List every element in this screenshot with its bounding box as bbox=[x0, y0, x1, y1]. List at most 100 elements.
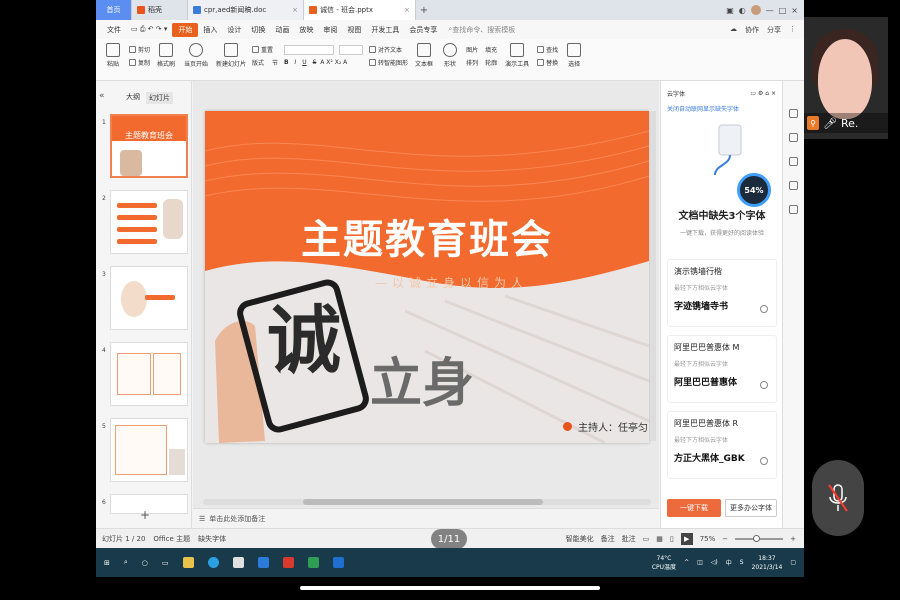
slide-thumbnail-3[interactable] bbox=[110, 266, 188, 330]
tab-doc[interactable]: cpr,aed新闻稿.doc × bbox=[188, 0, 304, 20]
vertical-scrollbar[interactable] bbox=[651, 111, 656, 441]
slide-1[interactable]: 主题教育班会 —以诚立身以信为人 诚 立身 主持人：任亭匀 19级护理一班班会 bbox=[205, 111, 649, 443]
mute-mic-button[interactable] bbox=[812, 460, 864, 536]
meeting-app-icon[interactable] bbox=[332, 557, 344, 568]
share-button[interactable]: 分享 bbox=[767, 25, 781, 35]
play-current-button[interactable]: 当页开始 bbox=[179, 43, 213, 68]
download-all-button[interactable]: 一键下载 bbox=[667, 499, 721, 517]
notes-bar[interactable]: ☰ 单击此处添加备注 bbox=[193, 508, 659, 528]
maximize-icon[interactable]: □ bbox=[779, 6, 787, 15]
new-tab-button[interactable]: + bbox=[416, 0, 432, 20]
font-card[interactable]: 阿里巴巴普惠体 R 最轻下方相似云字体 方正大黑体_GBK bbox=[667, 411, 777, 479]
format-painter-button[interactable]: 格式刷 bbox=[153, 43, 179, 68]
shape-style-icon[interactable] bbox=[789, 157, 798, 166]
collaborate-button[interactable]: 协作 bbox=[745, 25, 759, 35]
slide-thumbnail-5[interactable] bbox=[110, 418, 188, 482]
copy-button[interactable]: 复制 bbox=[129, 56, 150, 69]
menu-design[interactable]: 设计 bbox=[222, 25, 246, 35]
menu-file[interactable]: 文件 bbox=[102, 25, 126, 35]
home-indicator[interactable] bbox=[300, 586, 600, 590]
slideshow-play-button[interactable]: ▶ bbox=[680, 532, 693, 545]
menu-slideshow[interactable]: 放映 bbox=[294, 25, 318, 35]
minimize-icon[interactable]: — bbox=[766, 6, 774, 15]
zoom-knob[interactable] bbox=[753, 534, 761, 542]
grid-view-icon[interactable]: ▦ bbox=[656, 535, 663, 543]
menu-home[interactable]: 开始 bbox=[172, 22, 199, 37]
network-icon[interactable]: ◫ bbox=[697, 559, 703, 566]
task-view-icon[interactable]: ○ bbox=[142, 559, 148, 567]
menu-review[interactable]: 审阅 bbox=[318, 25, 342, 35]
scroll-thumb[interactable] bbox=[303, 499, 543, 505]
font-size-select[interactable] bbox=[339, 44, 364, 55]
calligraphy-cheng[interactable]: 诚 bbox=[267, 281, 341, 388]
spreadsheet-icon[interactable] bbox=[307, 557, 319, 568]
replace-button[interactable]: 替换 bbox=[537, 56, 558, 69]
zoom-slider[interactable] bbox=[735, 534, 784, 542]
slide-thumbnail-2[interactable] bbox=[110, 190, 188, 254]
notes-toggle[interactable]: 备注 bbox=[601, 534, 615, 544]
paste-button[interactable]: 粘贴 bbox=[100, 43, 126, 68]
slide-subtitle[interactable]: —以诚立身以信为人 bbox=[375, 274, 528, 291]
font-style-buttons[interactable]: B I U S A X² X₂ A bbox=[284, 56, 347, 69]
align-text-button[interactable]: 对齐文本 bbox=[369, 43, 402, 56]
slide-thumbnail-4[interactable] bbox=[110, 342, 188, 406]
slide-title[interactable]: 主题教育班会 bbox=[205, 207, 649, 265]
layout-dropdown[interactable]: 版式 bbox=[252, 58, 264, 67]
cloud-icon[interactable]: ☁ bbox=[730, 25, 737, 35]
menu-developer[interactable]: 开发工具 bbox=[366, 25, 404, 35]
horizontal-scrollbar[interactable] bbox=[203, 499, 651, 505]
text-icon[interactable] bbox=[789, 205, 798, 214]
missing-font-status[interactable]: 缺失字体 bbox=[198, 534, 226, 544]
outline-button[interactable]: 轮廓 bbox=[485, 58, 497, 67]
properties-icon[interactable] bbox=[789, 109, 798, 118]
cut-button[interactable]: 剪切 bbox=[129, 43, 150, 56]
search-icon[interactable]: ⌕ bbox=[124, 558, 128, 567]
notification-icon[interactable]: ▢ bbox=[790, 559, 796, 566]
mail-icon[interactable] bbox=[257, 557, 269, 568]
comments-toggle[interactable]: 批注 bbox=[622, 534, 636, 544]
windows-start-icon[interactable]: ⊞ bbox=[104, 559, 110, 567]
font-card[interactable]: 阿里巴巴普惠体 M 最轻下方相似云字体 阿里巴巴普惠体 bbox=[667, 335, 777, 403]
find-button[interactable]: 查找 bbox=[537, 43, 558, 56]
ime-indicator[interactable]: 中 bbox=[726, 558, 732, 567]
clock[interactable]: 18:37 2021/3/14 bbox=[752, 554, 783, 572]
presentation-tools-button[interactable]: 演示工具 bbox=[500, 43, 534, 68]
tab-outline[interactable]: 大纲 bbox=[126, 92, 140, 104]
collapse-panel-icon[interactable]: « bbox=[99, 91, 105, 101]
download-icon[interactable] bbox=[760, 457, 768, 465]
skin-icon[interactable]: ◐ bbox=[739, 6, 746, 15]
reset-button[interactable]: 重置 bbox=[252, 43, 273, 56]
menu-member[interactable]: 会员专享 bbox=[404, 25, 442, 35]
close-tab-icon[interactable]: × bbox=[404, 6, 410, 14]
wps-icon[interactable] bbox=[282, 557, 294, 568]
close-tab-icon[interactable]: × bbox=[292, 6, 298, 14]
user-avatar[interactable] bbox=[750, 5, 761, 15]
file-explorer-icon[interactable] bbox=[182, 557, 194, 568]
widgets-icon[interactable]: ▭ bbox=[162, 559, 169, 567]
tab-docer[interactable]: 稻壳 bbox=[132, 0, 188, 20]
menu-animation[interactable]: 动画 bbox=[270, 25, 294, 35]
reading-view-icon[interactable]: ▯ bbox=[670, 535, 674, 543]
shape-button[interactable]: 形状 bbox=[437, 43, 463, 68]
tray-chevron-icon[interactable]: ^ bbox=[684, 559, 689, 566]
normal-view-icon[interactable]: ▭ bbox=[643, 535, 650, 543]
animation-icon[interactable] bbox=[789, 133, 798, 142]
zoom-out-icon[interactable]: − bbox=[722, 535, 728, 543]
download-icon[interactable] bbox=[760, 381, 768, 389]
layout-icon[interactable]: ▣ bbox=[726, 6, 734, 15]
panel-controls[interactable]: ▭ ⚙ ⌂ × bbox=[750, 90, 776, 97]
tab-slides[interactable]: 幻灯片 bbox=[146, 92, 173, 104]
calligraphy-lishen[interactable]: 立身 bbox=[370, 341, 474, 416]
auto-font-link[interactable]: 关闭自动联网显示缺失字体 bbox=[661, 98, 782, 113]
textbox-button[interactable]: 文本框 bbox=[411, 43, 437, 68]
store-icon[interactable] bbox=[232, 557, 244, 568]
slide-thumbnail-1[interactable]: 主题教育班会 bbox=[110, 114, 188, 178]
picture-button[interactable]: 图片 bbox=[466, 45, 478, 54]
add-slide-button[interactable]: + bbox=[140, 508, 150, 522]
design-icon[interactable] bbox=[789, 181, 798, 190]
menu-view[interactable]: 视图 bbox=[342, 25, 366, 35]
quick-access-icons[interactable]: ▭ ⎙ ↶ ↷ ▾ bbox=[126, 25, 172, 34]
new-slide-button[interactable]: 新建幻灯片 bbox=[213, 43, 249, 68]
host-bullet[interactable]: 主持人：任亭匀 bbox=[563, 419, 648, 434]
menu-transition[interactable]: 切换 bbox=[246, 25, 270, 35]
